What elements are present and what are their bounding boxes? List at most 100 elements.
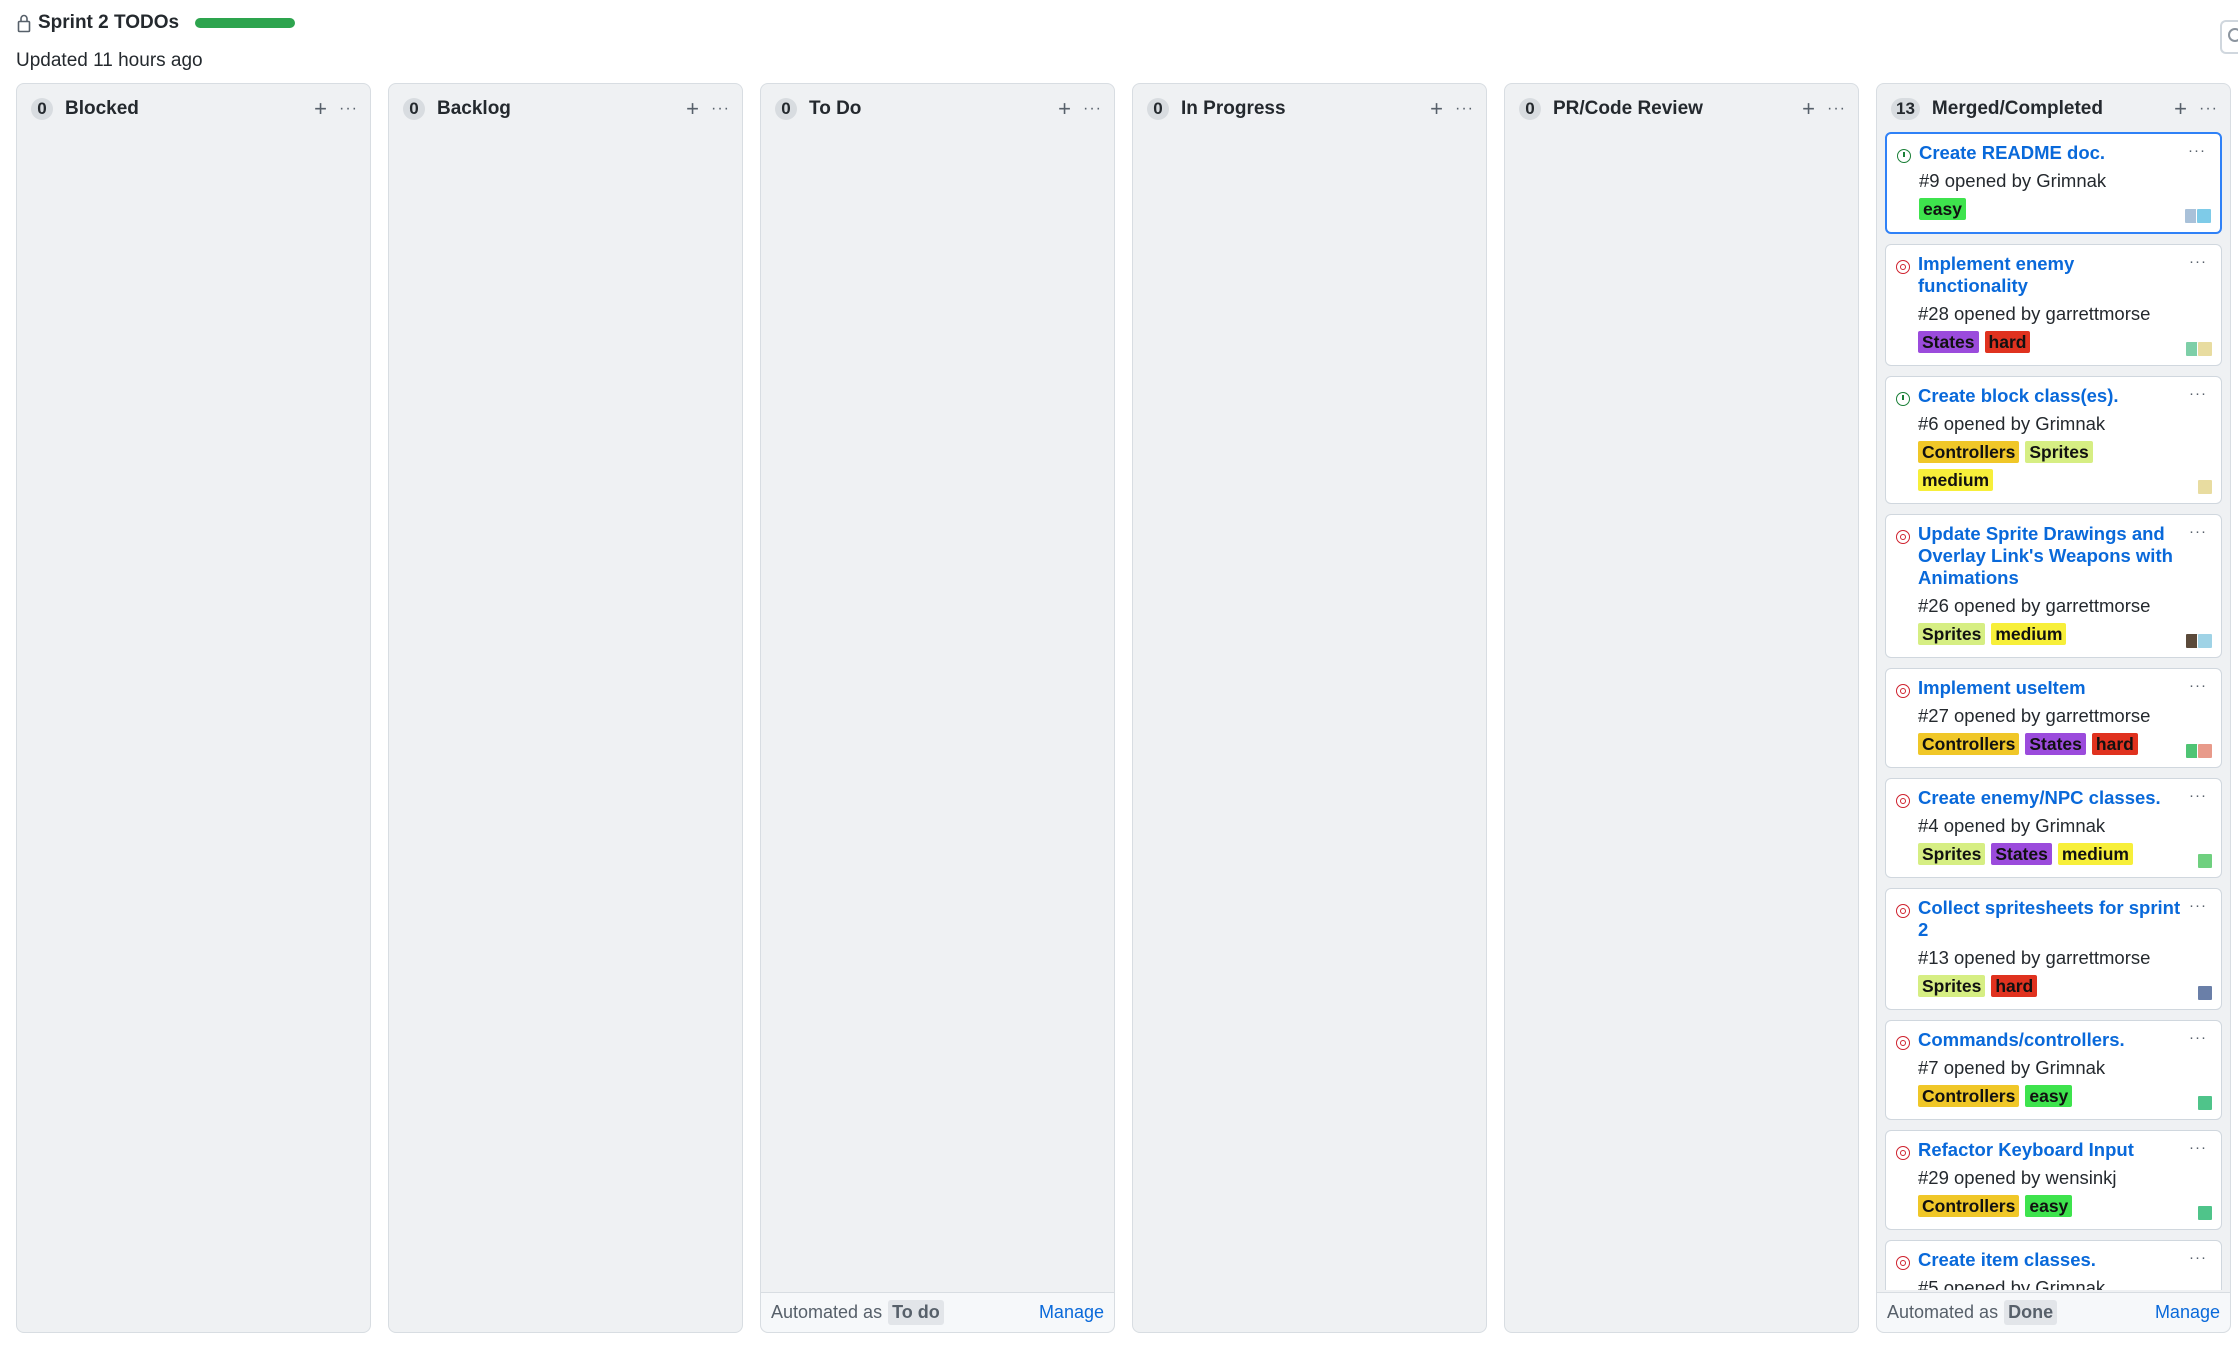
column-menu-button[interactable]: ··· [1827, 100, 1846, 118]
card-menu-button[interactable]: ··· [2189, 787, 2207, 804]
label-easy[interactable]: easy [2025, 1195, 2073, 1217]
issue-title-link[interactable]: Update Sprite Drawings and Overlay Link'… [1918, 523, 2211, 589]
label-controllers[interactable]: Controllers [1918, 441, 2020, 463]
issue-title-link[interactable]: Create enemy/NPC classes. [1918, 787, 2211, 809]
assignee-avatar[interactable] [2196, 208, 2212, 224]
card-menu-button[interactable]: ··· [2189, 677, 2207, 694]
column-pr-code-review: 0 PR/Code Review + ··· [1504, 83, 1859, 1333]
add-card-button[interactable]: + [1802, 98, 1815, 120]
label-medium[interactable]: medium [1991, 623, 2067, 645]
add-card-button[interactable]: + [1058, 98, 1071, 120]
issue-card[interactable]: ··· Create README doc. #9 opened by Grim… [1885, 132, 2222, 234]
issue-meta: #4 opened by Grimnak [1918, 815, 2106, 836]
column-merged-completed: 13 Merged/Completed + ··· Automated as D… [1876, 83, 2231, 1333]
issue-card[interactable]: ··· Create enemy/NPC classes. #4 opened … [1885, 778, 2222, 878]
column-title[interactable]: Backlog [437, 98, 672, 120]
column-title[interactable]: To Do [809, 98, 1044, 120]
label-states[interactable]: States [1991, 843, 2052, 865]
card-menu-button[interactable]: ··· [2189, 897, 2207, 914]
label-hard[interactable]: hard [1984, 331, 2031, 353]
issue-title-link[interactable]: Implement enemy functionality [1918, 253, 2211, 297]
label-medium[interactable]: medium [1918, 469, 1994, 491]
issue-title-link[interactable]: Implement useItem [1918, 677, 2211, 699]
manage-automation-link[interactable]: Manage [1039, 1302, 1104, 1323]
closed-issue-icon [1896, 1256, 1910, 1270]
issue-title-link[interactable]: Create README doc. [1919, 142, 2210, 164]
assignee-avatar[interactable] [2197, 633, 2213, 649]
add-card-button[interactable]: + [314, 98, 327, 120]
column-menu-button[interactable]: ··· [2199, 100, 2218, 118]
label-controllers[interactable]: Controllers [1918, 1085, 2020, 1107]
column-title[interactable]: Merged/Completed [1932, 98, 2160, 120]
label-medium[interactable]: medium [2057, 843, 2133, 865]
label-sprites[interactable]: Sprites [1918, 975, 1986, 997]
add-card-button[interactable]: + [1430, 98, 1443, 120]
assignee-avatar[interactable] [2197, 1095, 2213, 1111]
column-header: 0 Blocked + ··· [17, 84, 370, 134]
card-menu-button[interactable]: ··· [2189, 1249, 2207, 1266]
label-sprites[interactable]: Sprites [2025, 441, 2093, 463]
label-list: easy [1919, 198, 2210, 226]
card-menu-button[interactable]: ··· [2188, 142, 2206, 159]
label-easy[interactable]: easy [1919, 198, 1966, 220]
label-easy[interactable]: easy [2025, 1085, 2073, 1107]
assignee-avatar[interactable] [2197, 743, 2213, 759]
label-states[interactable]: States [2025, 733, 2086, 755]
issue-card[interactable]: ··· Implement useItem #27 opened by garr… [1885, 668, 2222, 768]
card-menu-button[interactable]: ··· [2189, 1139, 2207, 1156]
issue-title-link[interactable]: Create block class(es). [1918, 385, 2211, 407]
assignee-avatar[interactable] [2197, 341, 2213, 357]
column-title[interactable]: PR/Code Review [1553, 98, 1788, 120]
label-sprites[interactable]: Sprites [1918, 843, 1986, 865]
column-count: 0 [31, 98, 53, 120]
label-list: Sprites medium [1918, 623, 2211, 651]
assignees [2197, 479, 2213, 495]
add-card-button[interactable]: + [686, 98, 699, 120]
assignees [2185, 633, 2213, 649]
automation-text: Automated as [1887, 1302, 1999, 1322]
column-menu-button[interactable]: ··· [1083, 100, 1102, 118]
assignees [2185, 743, 2213, 759]
label-states[interactable]: States [1918, 331, 1979, 353]
search-icon[interactable] [2220, 20, 2238, 54]
manage-automation-link[interactable]: Manage [2155, 1302, 2220, 1323]
label-hard[interactable]: hard [2091, 733, 2138, 755]
issue-title-link[interactable]: Refactor Keyboard Input [1918, 1139, 2211, 1161]
label-list: States hard [1918, 331, 2211, 359]
column-menu-button[interactable]: ··· [711, 100, 730, 118]
closed-issue-icon [1896, 260, 1910, 274]
column-menu-button[interactable]: ··· [1455, 100, 1474, 118]
issue-card[interactable]: ··· Collect spritesheets for sprint 2 #1… [1885, 888, 2222, 1010]
card-menu-button[interactable]: ··· [2189, 385, 2207, 402]
automation-text: Automated as [771, 1302, 883, 1322]
issue-card[interactable]: ··· Refactor Keyboard Input #29 opened b… [1885, 1130, 2222, 1230]
column-title[interactable]: Blocked [65, 98, 300, 120]
assignee-avatar[interactable] [2197, 1205, 2213, 1221]
issue-title-link[interactable]: Create item classes. [1918, 1249, 2211, 1271]
issue-card[interactable]: ··· Commands/controllers. #7 opened by G… [1885, 1020, 2222, 1120]
issue-card[interactable]: ··· Create item classes. #5 opened by Gr… [1885, 1240, 2222, 1290]
assignee-avatar[interactable] [2197, 985, 2213, 1001]
card-menu-button[interactable]: ··· [2189, 1029, 2207, 1046]
issue-meta: #29 opened by wensinkj [1918, 1167, 2117, 1188]
label-list: Sprites hard [1918, 975, 2211, 1003]
label-sprites[interactable]: Sprites [1918, 623, 1986, 645]
issue-title-link[interactable]: Commands/controllers. [1918, 1029, 2211, 1051]
add-card-button[interactable]: + [2174, 98, 2187, 120]
card-menu-button[interactable]: ··· [2189, 253, 2207, 270]
label-controllers[interactable]: Controllers [1918, 733, 2020, 755]
issue-card[interactable]: ··· Update Sprite Drawings and Overlay L… [1885, 514, 2222, 658]
label-hard[interactable]: hard [1991, 975, 2038, 997]
issue-card[interactable]: ··· Create block class(es). #6 opened by… [1885, 376, 2222, 504]
issue-card[interactable]: ··· Implement enemy functionality #28 op… [1885, 244, 2222, 366]
label-list: Controllers easy [1918, 1085, 2211, 1113]
card-menu-button[interactable]: ··· [2189, 523, 2207, 540]
column-header: 0 PR/Code Review + ··· [1505, 84, 1858, 134]
open-issue-icon [1896, 392, 1910, 406]
label-controllers[interactable]: Controllers [1918, 1195, 2020, 1217]
issue-title-link[interactable]: Collect spritesheets for sprint 2 [1918, 897, 2211, 941]
assignee-avatar[interactable] [2197, 479, 2213, 495]
assignee-avatar[interactable] [2197, 853, 2213, 869]
column-menu-button[interactable]: ··· [339, 100, 358, 118]
column-title[interactable]: In Progress [1181, 98, 1416, 120]
